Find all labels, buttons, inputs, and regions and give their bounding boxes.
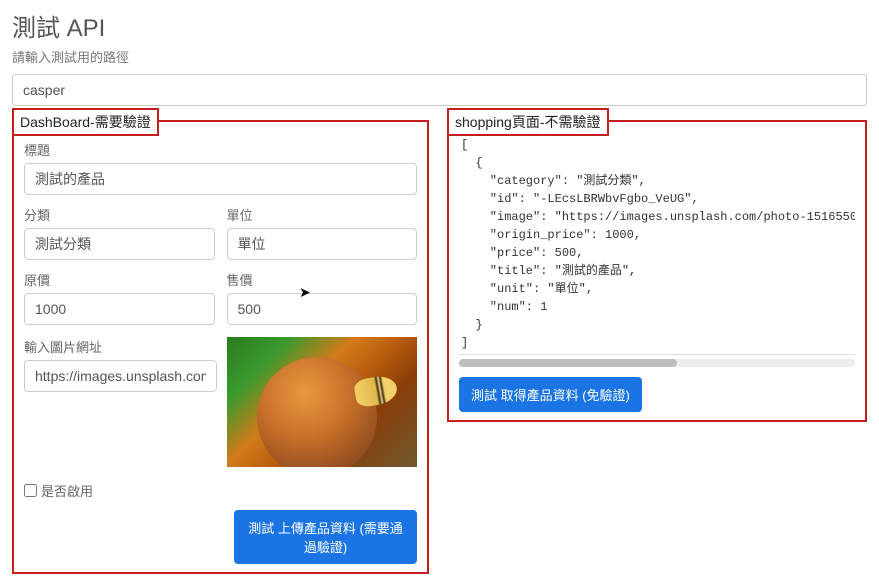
dashboard-panel-label: DashBoard-需要驗證 xyxy=(12,108,159,136)
upload-product-button[interactable]: 測試 上傳產品資料 (需要通過驗證) xyxy=(234,510,417,564)
enable-checkbox[interactable] xyxy=(24,484,37,497)
response-code-block[interactable]: [ { "category": "測試分類", "id": "-LEcsLBRW… xyxy=(459,130,855,355)
unit-label: 單位 xyxy=(227,205,418,224)
path-input[interactable] xyxy=(12,74,867,106)
price-label: 售價 xyxy=(227,270,418,289)
shopping-panel: shopping頁面-不需驗證 [ { "category": "測試分類", … xyxy=(447,120,867,422)
product-image-preview xyxy=(227,337,417,467)
horizontal-scrollbar[interactable] xyxy=(459,359,855,367)
image-url-label: 輸入圖片網址 xyxy=(24,337,217,356)
fetch-product-button[interactable]: 測試 取得產品資料 (免驗證) xyxy=(459,377,642,412)
origin-price-input[interactable] xyxy=(24,293,215,325)
title-label: 標題 xyxy=(24,140,417,159)
shopping-panel-label: shopping頁面-不需驗證 xyxy=(447,108,609,136)
category-input[interactable] xyxy=(24,228,215,260)
title-input[interactable] xyxy=(24,163,417,195)
category-label: 分類 xyxy=(24,205,215,224)
price-input[interactable] xyxy=(227,293,418,325)
dashboard-panel: DashBoard-需要驗證 標題 分類 單位 ➤ 原價 售價 xyxy=(12,120,429,574)
origin-price-label: 原價 xyxy=(24,270,215,289)
enable-label: 是否啟用 xyxy=(41,481,93,500)
unit-input[interactable] xyxy=(227,228,418,260)
page-title: 測試 API xyxy=(12,8,867,43)
page-subtitle: 請輸入測試用的路徑 xyxy=(12,47,867,66)
image-url-input[interactable] xyxy=(24,360,217,392)
